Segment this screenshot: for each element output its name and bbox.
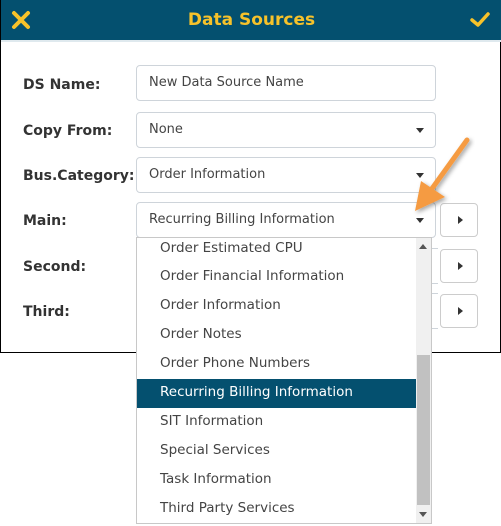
ds-name-label: DS Name: <box>23 77 101 93</box>
bus-category-label: Bus.Category: <box>23 168 135 184</box>
confirm-button[interactable] <box>470 10 490 30</box>
list-item[interactable]: Special Services <box>137 437 417 466</box>
copy-from-select[interactable]: None <box>136 112 436 148</box>
dialog-header: Data Sources <box>1 0 501 42</box>
list-item[interactable]: Order Financial Information <box>137 263 417 292</box>
copy-from-value: None <box>149 122 183 137</box>
chevron-right-icon <box>458 262 463 270</box>
second-expand-button[interactable] <box>440 249 478 283</box>
chevron-down-icon <box>416 173 424 178</box>
scrollbar[interactable] <box>416 238 431 523</box>
dialog-title: Data Sources <box>187 10 316 30</box>
main-value: Recurring Billing Information <box>149 212 335 227</box>
list-item[interactable]: Task Information <box>137 466 417 495</box>
chevron-right-icon <box>458 216 463 224</box>
main-dropdown-list[interactable]: Order Estimated CPU Order Financial Infor… <box>136 237 432 524</box>
list-item-selected[interactable]: Recurring Billing Information <box>137 379 417 408</box>
list-item[interactable]: Order Estimated CPU <box>137 238 417 263</box>
list-item[interactable]: SIT Information <box>137 408 417 437</box>
third-expand-button[interactable] <box>440 294 478 328</box>
chevron-down-icon <box>416 128 424 133</box>
third-label: Third: <box>23 304 70 320</box>
main-label: Main: <box>23 213 67 229</box>
list-item[interactable]: Order Information <box>137 292 417 321</box>
copy-from-label: Copy From: <box>23 123 113 139</box>
chevron-right-icon <box>458 307 463 315</box>
checkmark-icon <box>470 12 490 27</box>
bus-category-value: Order Information <box>149 167 266 182</box>
bus-category-select[interactable]: Order Information <box>136 157 436 193</box>
dropdown-options: Order Estimated CPU Order Financial Infor… <box>137 238 417 523</box>
scroll-down-arrow-icon[interactable] <box>419 512 427 517</box>
ds-name-value: New Data Source Name <box>149 75 304 90</box>
list-item[interactable]: Order Phone Numbers <box>137 350 417 379</box>
scroll-up-arrow-icon[interactable] <box>419 244 427 249</box>
ds-name-input[interactable]: New Data Source Name <box>136 65 436 101</box>
chevron-down-icon <box>416 218 424 223</box>
main-select[interactable]: Recurring Billing Information <box>136 202 436 238</box>
scrollbar-thumb[interactable] <box>417 355 430 505</box>
second-label: Second: <box>23 259 87 275</box>
list-item[interactable]: Order Notes <box>137 321 417 350</box>
list-item[interactable]: Third Party Services <box>137 495 417 523</box>
main-expand-button[interactable] <box>440 203 478 237</box>
